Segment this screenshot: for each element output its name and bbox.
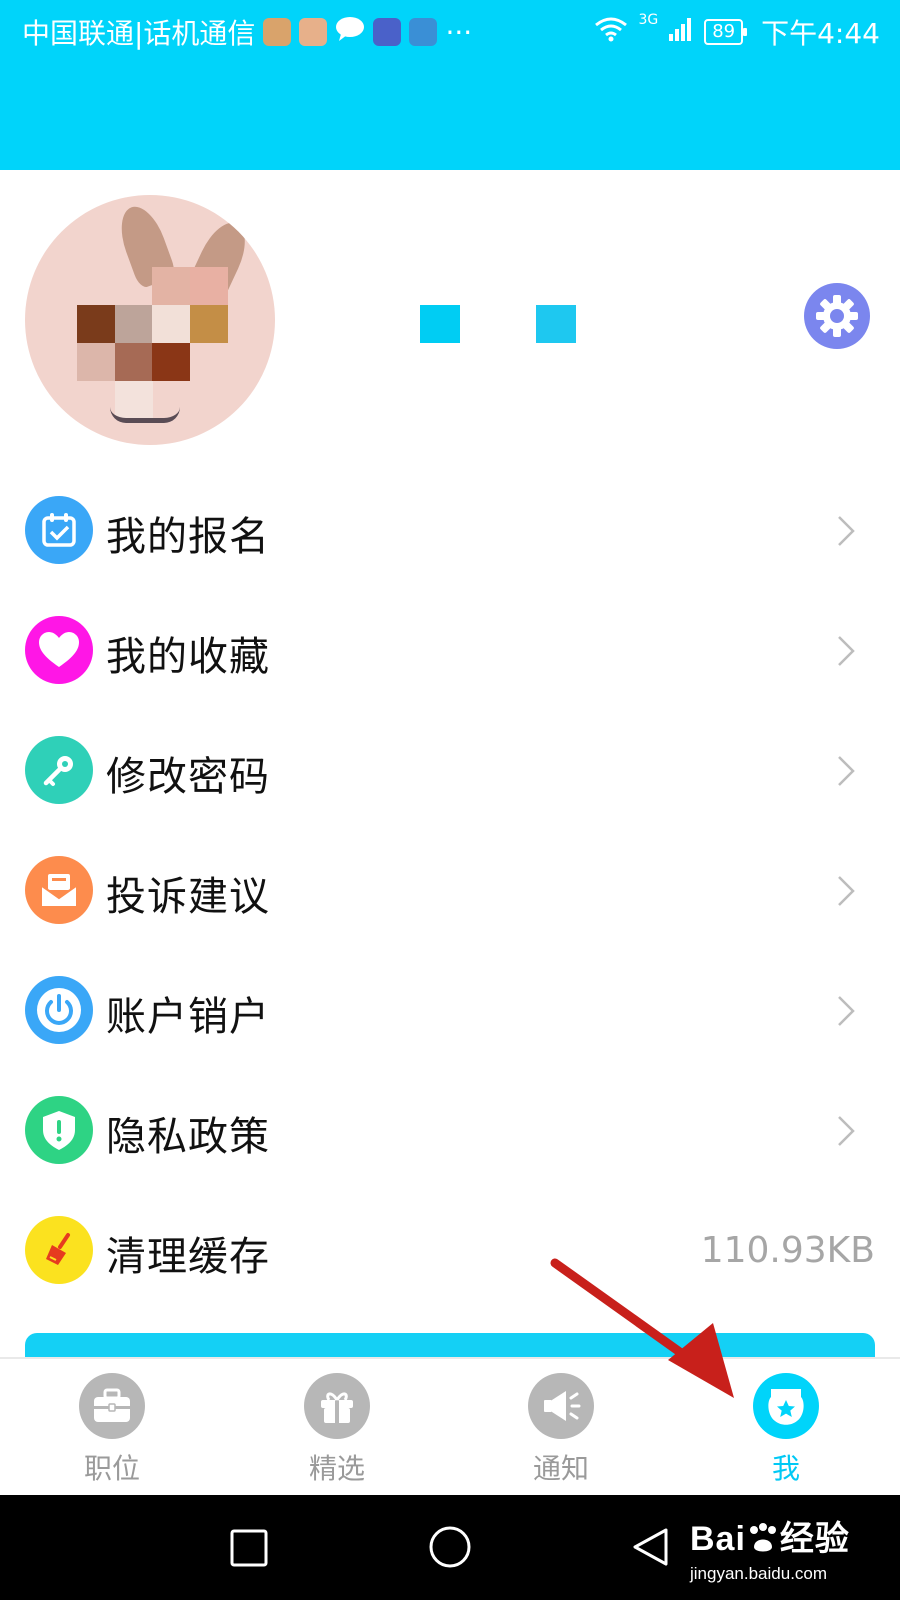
watermark-brand: Bai bbox=[690, 1520, 746, 1558]
menu-item-clear-cache[interactable]: 清理缓存 110.93KB bbox=[0, 1190, 900, 1310]
tab-me[interactable]: 我 bbox=[706, 1359, 866, 1497]
chevron-right-icon bbox=[838, 636, 855, 666]
menu-item-label: 隐私政策 bbox=[106, 1114, 270, 1160]
more-notifications-icon: ··· bbox=[445, 15, 473, 49]
menu-item-privacy-policy[interactable]: 隐私政策 bbox=[0, 1070, 900, 1190]
shield-alert-icon bbox=[25, 1096, 93, 1164]
app-notification-icon bbox=[263, 18, 292, 46]
watermark-url: jingyan.baidu.com bbox=[690, 1564, 828, 1583]
wifi-icon bbox=[594, 16, 628, 49]
back-button[interactable] bbox=[630, 1527, 670, 1567]
carrier-label: 中国联通|话机通信 bbox=[22, 17, 256, 50]
tab-label: 通知 bbox=[532, 1452, 589, 1485]
chevron-right-icon bbox=[838, 876, 855, 906]
power-icon bbox=[25, 976, 93, 1044]
menu-item-registrations[interactable]: 我的报名 bbox=[0, 470, 900, 590]
chevron-right-icon bbox=[838, 756, 855, 786]
app-notification-icon bbox=[299, 18, 328, 46]
menu-item-feedback[interactable]: 投诉建议 bbox=[0, 830, 900, 950]
signal-icon bbox=[668, 16, 694, 49]
tab-notifications[interactable]: 通知 bbox=[481, 1359, 641, 1497]
chevron-right-icon bbox=[838, 1116, 855, 1146]
username-blurred bbox=[420, 305, 460, 343]
menu-item-label: 我的报名 bbox=[106, 514, 270, 560]
briefcase-icon bbox=[79, 1373, 145, 1439]
watermark-suffix: 经验 bbox=[779, 1520, 850, 1558]
envelope-icon bbox=[25, 856, 93, 924]
menu-item-label: 清理缓存 bbox=[106, 1234, 270, 1280]
menu-item-change-password[interactable]: 修改密码 bbox=[0, 710, 900, 830]
tab-label: 精选 bbox=[308, 1452, 365, 1485]
home-button[interactable] bbox=[428, 1525, 472, 1569]
baidu-jingyan-watermark: Bai 经验 jingyan.baidu.com bbox=[690, 1511, 850, 1584]
username-blurred bbox=[536, 305, 576, 343]
chevron-right-icon bbox=[838, 996, 855, 1026]
chevron-right-icon bbox=[838, 516, 855, 546]
profile-badge-icon bbox=[753, 1373, 819, 1439]
heart-icon bbox=[25, 616, 93, 684]
menu-item-label: 修改密码 bbox=[106, 754, 270, 800]
paw-icon bbox=[749, 1523, 776, 1552]
bottom-tab-bar: 职位 精选 通知 我 bbox=[0, 1357, 900, 1495]
calendar-check-icon bbox=[25, 496, 93, 564]
tab-featured[interactable]: 精选 bbox=[257, 1359, 417, 1497]
system-nav-bar: Bai 经验 jingyan.baidu.com bbox=[0, 1495, 900, 1600]
battery-indicator: 89 bbox=[704, 19, 748, 45]
broom-icon bbox=[25, 1216, 93, 1284]
megaphone-icon bbox=[528, 1373, 594, 1439]
avatar[interactable] bbox=[25, 195, 275, 445]
profile-section bbox=[0, 170, 900, 460]
menu-list: 我的报名 我的收藏 修改密码 投诉建议 账户销户 隐私政策 清理缓存 110.9… bbox=[0, 470, 900, 1310]
cache-size-value: 110.93KB bbox=[700, 1230, 875, 1271]
menu-item-favorites[interactable]: 我的收藏 bbox=[0, 590, 900, 710]
clock: 下午4:44 bbox=[761, 17, 880, 50]
menu-item-label: 我的收藏 bbox=[106, 634, 270, 680]
menu-item-close-account[interactable]: 账户销户 bbox=[0, 950, 900, 1070]
menu-item-label: 账户销户 bbox=[106, 994, 270, 1040]
status-bar: 中国联通|话机通信 ··· 3G 89 下午4:44 bbox=[0, 0, 900, 60]
gift-icon bbox=[304, 1373, 370, 1439]
logout-button[interactable] bbox=[25, 1333, 875, 1357]
settings-button[interactable] bbox=[804, 283, 870, 349]
key-icon bbox=[25, 736, 93, 804]
network-type-label: 3G bbox=[638, 12, 659, 28]
recent-apps-button[interactable] bbox=[230, 1529, 268, 1567]
chat-bubble-icon bbox=[335, 16, 365, 49]
tab-label: 我 bbox=[771, 1452, 800, 1485]
gear-icon bbox=[816, 295, 858, 337]
tab-label: 职位 bbox=[83, 1452, 140, 1485]
menu-item-label: 投诉建议 bbox=[106, 874, 270, 920]
app-notification-icon bbox=[409, 18, 438, 46]
tab-jobs[interactable]: 职位 bbox=[32, 1359, 192, 1497]
app-notification-icon bbox=[373, 18, 402, 46]
